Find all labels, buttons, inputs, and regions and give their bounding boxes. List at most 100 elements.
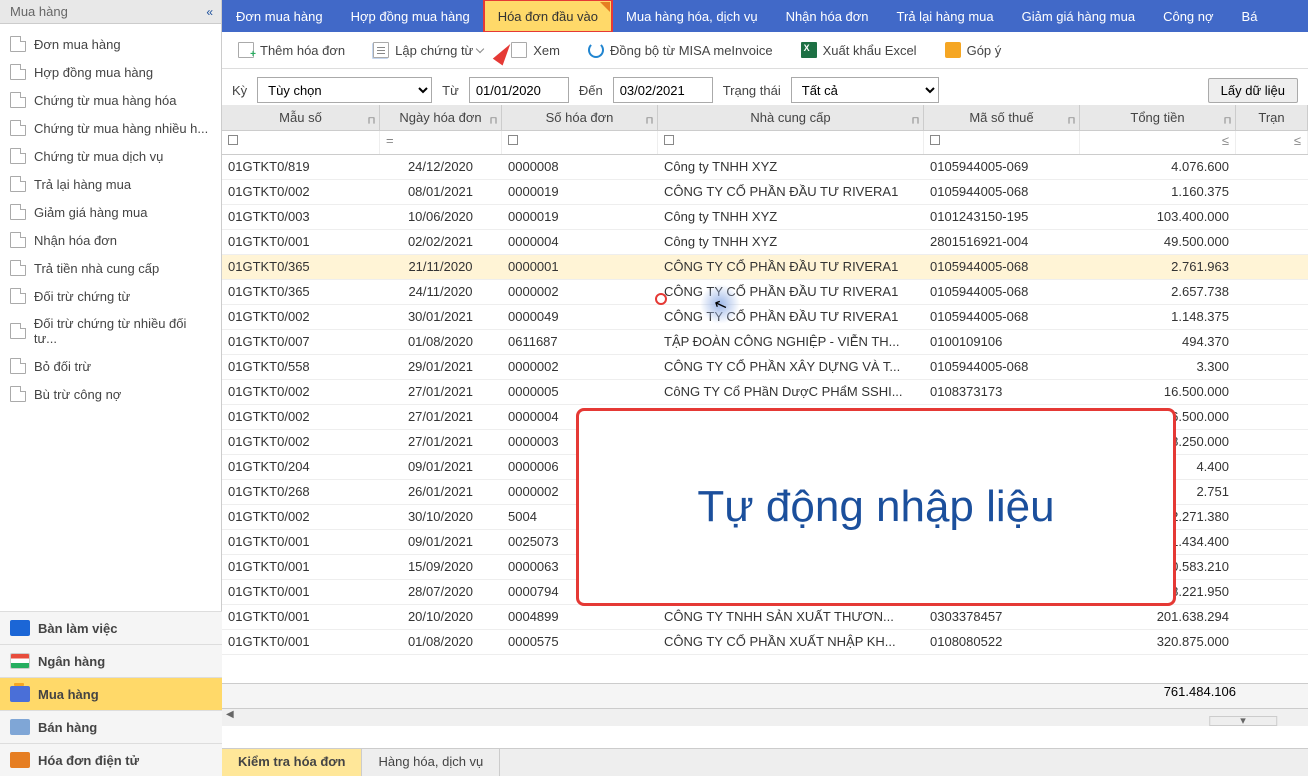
top-tabs: Đơn mua hàngHợp đồng mua hàngHóa đơn đầu… bbox=[222, 0, 1308, 32]
module-label: Mua hàng bbox=[38, 687, 99, 702]
status-label: Trạng thái bbox=[723, 83, 781, 98]
table-row[interactable]: 01GTKT0/36524/11/20200000002CÔNG TY CỔ P… bbox=[222, 280, 1308, 305]
filter-cell[interactable] bbox=[924, 131, 1080, 154]
table-row[interactable]: 01GTKT0/81924/12/20200000008Công ty TNHH… bbox=[222, 155, 1308, 180]
create-voucher-button[interactable]: Lập chứng từ bbox=[367, 38, 489, 62]
nav-item[interactable]: Chứng từ mua hàng hóa bbox=[0, 86, 221, 114]
tab-check-invoice[interactable]: Kiểm tra hóa đơn bbox=[222, 749, 362, 776]
col-vendor[interactable]: Nhà cung cấp bbox=[658, 105, 924, 130]
to-label: Đến bbox=[579, 83, 603, 98]
tab-label: Giảm giá hàng mua bbox=[1022, 9, 1135, 24]
table-row[interactable]: 01GTKT0/00102/02/20210000004Công ty TNHH… bbox=[222, 230, 1308, 255]
col-number[interactable]: Số hóa đơn bbox=[502, 105, 658, 130]
bottom-nav-item[interactable]: Bán hàng bbox=[0, 710, 222, 743]
table-row[interactable]: 01GTKT0/00701/08/20200611687TẬP ĐOÀN CÔN… bbox=[222, 330, 1308, 355]
filter-cell[interactable]: = bbox=[380, 131, 502, 154]
cell bbox=[1236, 480, 1308, 504]
col-status[interactable]: Trạn bbox=[1236, 105, 1308, 130]
horizontal-scrollbar[interactable] bbox=[222, 708, 1308, 726]
collapse-icon[interactable]: « bbox=[206, 5, 211, 19]
table-row[interactable]: 01GTKT0/55829/01/20210000002CÔNG TY CỔ P… bbox=[222, 355, 1308, 380]
filter-cell[interactable]: ≤ bbox=[1236, 131, 1308, 154]
tab[interactable]: Mua hàng hóa, dịch vụ bbox=[612, 0, 772, 32]
period-select[interactable]: Tùy chọn bbox=[257, 77, 432, 103]
cell: 01GTKT0/002 bbox=[222, 430, 380, 454]
col-tax[interactable]: Mã số thuế bbox=[924, 105, 1080, 130]
tab[interactable]: Giảm giá hàng mua bbox=[1008, 0, 1149, 32]
table-row[interactable]: 01GTKT0/00310/06/20200000019Công ty TNHH… bbox=[222, 205, 1308, 230]
status-select[interactable]: Tất cả bbox=[791, 77, 939, 103]
table-row[interactable]: 01GTKT0/00227/01/20210000005CôNG TY Cổ P… bbox=[222, 380, 1308, 405]
chat-icon bbox=[945, 42, 961, 58]
table-row[interactable]: 01GTKT0/00230/01/20210000049CÔNG TY CỔ P… bbox=[222, 305, 1308, 330]
nav-item[interactable]: Đơn mua hàng bbox=[0, 30, 221, 58]
table-row[interactable]: 01GTKT0/00120/10/20200004899CÔNG TY TNHH… bbox=[222, 605, 1308, 630]
expand-handle[interactable] bbox=[1198, 716, 1288, 728]
table-row[interactable]: 01GTKT0/00101/08/20200000575CÔNG TY CỔ P… bbox=[222, 630, 1308, 655]
cell: 26/01/2021 bbox=[380, 480, 502, 504]
col-total[interactable]: Tổng tiền bbox=[1080, 105, 1236, 130]
bottom-nav-item[interactable]: Hóa đơn điện tử bbox=[0, 743, 222, 776]
module-icon bbox=[10, 719, 30, 735]
to-date-input[interactable] bbox=[613, 77, 713, 103]
filter-cell[interactable] bbox=[502, 131, 658, 154]
cell bbox=[1236, 605, 1308, 629]
nav-item[interactable]: Bù trừ công nợ bbox=[0, 380, 221, 408]
cell: 0000002 bbox=[502, 355, 658, 379]
nav-item[interactable]: Trả tiền nhà cung cấp bbox=[0, 254, 221, 282]
cell: 0000575 bbox=[502, 630, 658, 654]
tab[interactable]: Nhận hóa đơn bbox=[772, 0, 883, 32]
filter-cell[interactable] bbox=[658, 131, 924, 154]
tab[interactable]: Trả lại hàng mua bbox=[883, 0, 1008, 32]
cell: 0108373173 bbox=[924, 380, 1080, 404]
filter-cell[interactable] bbox=[222, 131, 380, 154]
feedback-button[interactable]: Góp ý bbox=[939, 38, 1008, 62]
nav-item[interactable]: Nhận hóa đơn bbox=[0, 226, 221, 254]
nav-item[interactable]: Bỏ đối trừ bbox=[0, 352, 221, 380]
tab-goods-services[interactable]: Hàng hóa, dịch vụ bbox=[362, 749, 500, 776]
cell: Công ty TNHH XYZ bbox=[658, 155, 924, 179]
callout-text: Tự động nhập liệu bbox=[697, 482, 1054, 532]
doc-icon bbox=[10, 204, 26, 220]
col-date[interactable]: Ngày hóa đơn bbox=[380, 105, 502, 130]
add-invoice-button[interactable]: Thêm hóa đơn bbox=[232, 38, 351, 62]
sync-icon bbox=[588, 42, 604, 58]
nav-item[interactable]: Chứng từ mua hàng nhiều h... bbox=[0, 114, 221, 142]
filter-cell[interactable]: ≤ bbox=[1080, 131, 1236, 154]
nav-item[interactable]: Đối trừ chứng từ nhiều đối tư... bbox=[0, 310, 221, 352]
doc-icon bbox=[10, 36, 26, 52]
bottom-nav-item[interactable]: Ngân hàng bbox=[0, 644, 222, 677]
form-icon bbox=[373, 42, 389, 58]
from-date-input[interactable] bbox=[469, 77, 569, 103]
tab[interactable]: Công nợ bbox=[1149, 0, 1227, 32]
cell: 20/10/2020 bbox=[380, 605, 502, 629]
nav-label: Bù trừ công nợ bbox=[34, 387, 121, 402]
col-template[interactable]: Mẫu số bbox=[222, 105, 380, 130]
nav-item[interactable]: Giảm giá hàng mua bbox=[0, 198, 221, 226]
tab[interactable]: Hợp đồng mua hàng bbox=[337, 0, 484, 32]
sync-label: Đồng bộ từ MISA meInvoice bbox=[610, 43, 773, 58]
tab-label: Nhận hóa đơn bbox=[786, 9, 869, 24]
table-row[interactable]: 01GTKT0/36521/11/20200000001CÔNG TY CỔ P… bbox=[222, 255, 1308, 280]
bottom-nav-item[interactable]: Bàn làm việc bbox=[0, 611, 222, 644]
sync-button[interactable]: Đồng bộ từ MISA meInvoice bbox=[582, 38, 779, 62]
nav-item[interactable]: Trả lại hàng mua bbox=[0, 170, 221, 198]
cell: 15/09/2020 bbox=[380, 555, 502, 579]
nav-item[interactable]: Chứng từ mua dịch vụ bbox=[0, 142, 221, 170]
module-label: Ngân hàng bbox=[38, 654, 105, 669]
tab[interactable]: Bá bbox=[1228, 0, 1272, 32]
cell: 2.657.738 bbox=[1080, 280, 1236, 304]
export-excel-button[interactable]: Xuất khẩu Excel bbox=[795, 38, 923, 62]
nav-item[interactable]: Hợp đồng mua hàng bbox=[0, 58, 221, 86]
cell: TẬP ĐOÀN CÔNG NGHIỆP - VIỄN TH... bbox=[658, 330, 924, 354]
fetch-data-button[interactable]: Lấy dữ liệu bbox=[1208, 78, 1298, 103]
module-label: Hóa đơn điện tử bbox=[38, 753, 139, 768]
tab[interactable]: Đơn mua hàng bbox=[222, 0, 337, 32]
nav-item[interactable]: Đối trừ chứng từ bbox=[0, 282, 221, 310]
cell: 01GTKT0/001 bbox=[222, 630, 380, 654]
module-icon bbox=[10, 752, 30, 768]
tab[interactable]: Hóa đơn đầu vào bbox=[484, 0, 612, 32]
cell: 01/08/2020 bbox=[380, 330, 502, 354]
table-row[interactable]: 01GTKT0/00208/01/20210000019CÔNG TY CỔ P… bbox=[222, 180, 1308, 205]
bottom-nav-item[interactable]: Mua hàng bbox=[0, 677, 222, 710]
